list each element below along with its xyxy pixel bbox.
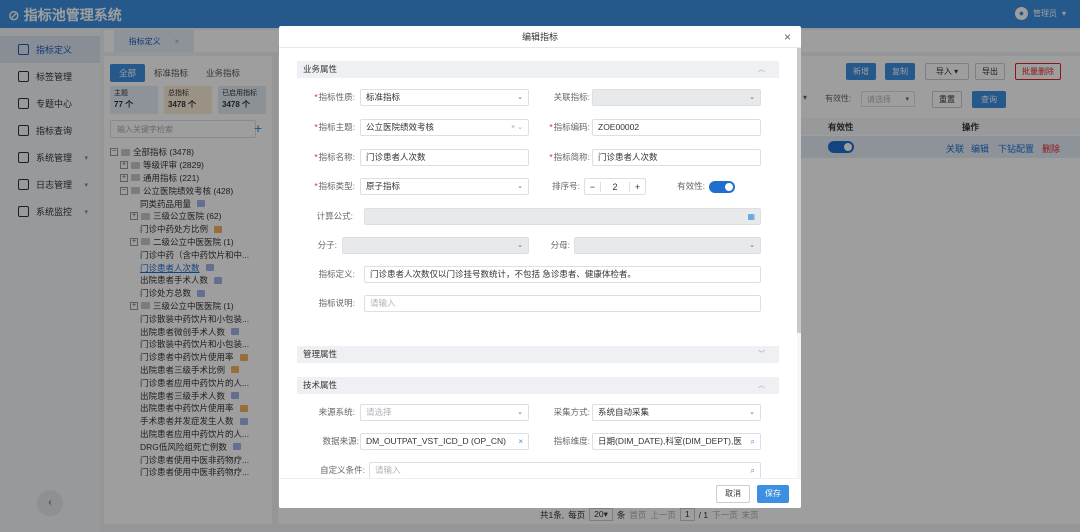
collect-method-label: 采集方式: xyxy=(553,407,590,417)
collect-method-value: 系统自动采集 xyxy=(598,407,650,417)
chevron-up-icon: ︿ xyxy=(758,382,765,389)
source-system-placeholder: 请选择 xyxy=(366,407,392,417)
description-label: 指标说明: xyxy=(318,298,355,308)
chevron-up-icon: ︿ xyxy=(758,66,765,73)
chevron-down-icon: ⌄ xyxy=(517,409,523,416)
type-select[interactable]: 原子指标 ⌄ xyxy=(360,178,529,195)
theme-value: 公立医院绩效考核 xyxy=(366,122,435,132)
dialog-header: 编辑指标 × xyxy=(279,26,801,48)
collect-method-select[interactable]: 系统自动采集 ⌄ xyxy=(592,404,761,421)
code-input[interactable]: ZOE00002 xyxy=(592,119,761,136)
nature-value: 标准指标 xyxy=(366,92,401,102)
data-source-label: 数据来源: xyxy=(322,436,359,446)
section-management[interactable]: 管理属性 ﹀ xyxy=(297,346,779,363)
decrement-button[interactable]: − xyxy=(585,181,601,192)
custom-condition-input[interactable]: 请输入 ⌕ xyxy=(369,462,761,479)
related-select[interactable]: ⌄ xyxy=(592,89,761,106)
nature-select[interactable]: 标准指标 ⌄ xyxy=(360,89,529,106)
clear-icon[interactable]: × xyxy=(518,434,523,449)
chevron-down-icon: ⌄ xyxy=(517,183,523,190)
section-management-title: 管理属性 xyxy=(303,349,338,359)
definition-input[interactable]: 门诊患者人次数仅以门诊挂号数统计，不包括 急诊患者、健康体检者。 xyxy=(364,266,761,283)
denominator-label: 分母: xyxy=(550,240,570,250)
search-icon[interactable]: ⌕ xyxy=(751,434,755,449)
chevron-down-icon: ⌄ xyxy=(749,242,755,249)
custom-condition-label: 自定义条件: xyxy=(320,465,365,475)
dialog-title: 编辑指标 xyxy=(521,32,558,42)
increment-button[interactable]: + xyxy=(629,181,645,192)
numerator-label: 分子: xyxy=(317,240,337,250)
chevron-down-icon: ⌄ xyxy=(517,94,523,101)
data-source-value: DM_OUTPAT_VST_ICD_D (OP_CN) xyxy=(366,436,506,446)
name-input[interactable]: 门诊患者人次数 xyxy=(360,149,529,166)
type-label: *指标类型: xyxy=(314,181,355,191)
cancel-button[interactable]: 取消 xyxy=(716,485,750,503)
formula-input[interactable]: ▦ xyxy=(364,208,761,225)
theme-select[interactable]: 公立医院绩效考核 × ⌄ xyxy=(360,119,529,136)
custom-condition-placeholder: 请输入 xyxy=(375,465,401,475)
source-system-select[interactable]: 请选择 ⌄ xyxy=(360,404,529,421)
denominator-select[interactable]: ⌄ xyxy=(574,237,761,254)
chevron-down-icon: ﹀ xyxy=(758,351,765,358)
chevron-down-icon: ⌄ xyxy=(749,94,755,101)
sort-stepper: − 2 + xyxy=(584,178,646,195)
nature-label: *指标性质: xyxy=(314,92,355,102)
sort-value[interactable]: 2 xyxy=(601,182,629,192)
valid-label: 有效性: xyxy=(677,181,705,191)
chevron-down-icon: ⌄ xyxy=(749,409,755,416)
scrollbar-thumb[interactable] xyxy=(797,48,801,333)
dimension-input[interactable]: 日期(DIM_DATE),科室(DIM_DEPT),医 ⌕ xyxy=(592,433,761,450)
section-technical[interactable]: 技术属性 ︿ xyxy=(297,377,779,394)
section-business[interactable]: 业务属性 ︿ xyxy=(297,61,779,78)
definition-label: 指标定义: xyxy=(318,269,355,279)
save-button[interactable]: 保存 xyxy=(757,485,789,503)
data-source-input[interactable]: DM_OUTPAT_VST_ICD_D (OP_CN) × xyxy=(360,433,529,450)
close-icon[interactable]: × xyxy=(784,26,791,48)
formula-label: 计算公式: xyxy=(316,211,353,221)
edit-indicator-dialog: 编辑指标 × 业务属性 ︿ *指标性质: 标准指标 ⌄ 关联指标: ⌄ *指标主题… xyxy=(279,26,801,508)
numerator-select[interactable]: ⌄ xyxy=(342,237,529,254)
formula-edit-icon[interactable]: ▦ xyxy=(747,209,755,224)
valid-toggle[interactable] xyxy=(709,181,735,193)
theme-label: *指标主题: xyxy=(314,122,355,132)
dimension-label: 指标维度: xyxy=(553,436,590,446)
sort-label: 排序号: xyxy=(552,181,580,191)
description-input[interactable]: 请输入 xyxy=(364,295,761,312)
related-label: 关联指标: xyxy=(553,92,590,102)
short-name-input[interactable]: 门诊患者人次数 xyxy=(592,149,761,166)
dialog-footer: 取消 保存 xyxy=(279,478,801,508)
dimension-value: 日期(DIM_DATE),科室(DIM_DEPT),医 xyxy=(598,436,742,446)
short-name-label: *指标简称: xyxy=(549,152,590,162)
source-system-label: 来源系统: xyxy=(318,407,355,417)
name-label: *指标名称: xyxy=(314,152,355,162)
search-icon[interactable]: ⌕ xyxy=(751,463,755,478)
clear-icon[interactable]: × ⌄ xyxy=(511,120,523,135)
chevron-down-icon: ⌄ xyxy=(517,242,523,249)
code-label: *指标编码: xyxy=(549,122,590,132)
type-value: 原子指标 xyxy=(366,181,401,191)
section-technical-title: 技术属性 xyxy=(303,380,338,390)
section-business-title: 业务属性 xyxy=(303,64,338,74)
